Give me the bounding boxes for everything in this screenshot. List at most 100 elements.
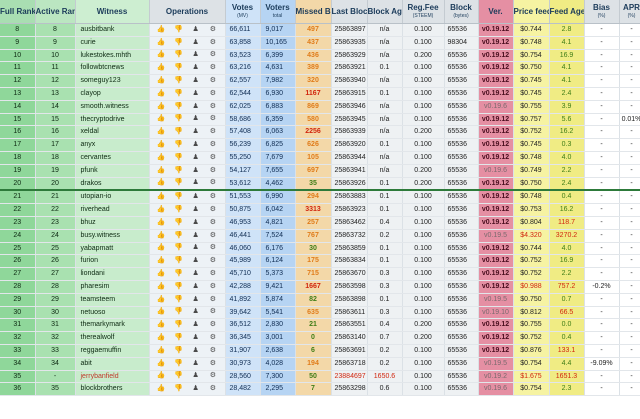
user-proxy-icon[interactable]: ♟ — [191, 206, 201, 214]
header-price-feed[interactable]: Price feed — [513, 0, 550, 24]
gear-icon[interactable]: ⚙ — [208, 244, 218, 252]
thumbs-up-icon[interactable]: 👍 — [156, 179, 166, 187]
gear-icon[interactable]: ⚙ — [208, 179, 218, 187]
thumbs-down-icon[interactable]: 👎 — [173, 167, 183, 175]
gear-icon[interactable]: ⚙ — [208, 232, 218, 240]
thumbs-up-icon[interactable]: 👍 — [156, 385, 166, 393]
thumbs-down-icon[interactable]: 👎 — [173, 308, 183, 316]
witness-name-link[interactable]: therealwolf — [75, 331, 150, 345]
thumbs-up-icon[interactable]: 👍 — [156, 347, 166, 355]
thumbs-up-icon[interactable]: 👍 — [156, 26, 166, 34]
user-proxy-icon[interactable]: ♟ — [191, 51, 201, 59]
thumbs-down-icon[interactable]: 👎 — [173, 193, 183, 201]
gear-icon[interactable]: ⚙ — [208, 219, 218, 227]
gear-icon[interactable]: ⚙ — [208, 257, 218, 265]
thumbs-down-icon[interactable]: 👎 — [173, 321, 183, 329]
witness-name-link[interactable]: furion — [75, 254, 150, 269]
user-proxy-icon[interactable]: ♟ — [191, 167, 201, 175]
thumbs-down-icon[interactable]: 👎 — [173, 26, 183, 34]
gear-icon[interactable]: ⚙ — [208, 334, 218, 342]
witness-name-link[interactable]: abit — [75, 357, 150, 371]
user-proxy-icon[interactable]: ♟ — [191, 257, 201, 265]
thumbs-down-icon[interactable]: 👎 — [173, 115, 183, 123]
gear-icon[interactable]: ⚙ — [208, 128, 218, 136]
thumbs-up-icon[interactable]: 👍 — [156, 232, 166, 240]
thumbs-down-icon[interactable]: 👎 — [173, 154, 183, 162]
thumbs-down-icon[interactable]: 👎 — [173, 64, 183, 72]
user-proxy-icon[interactable]: ♟ — [191, 64, 201, 72]
thumbs-down-icon[interactable]: 👎 — [173, 90, 183, 98]
thumbs-down-icon[interactable]: 👎 — [173, 385, 183, 393]
thumbs-up-icon[interactable]: 👍 — [156, 219, 166, 227]
user-proxy-icon[interactable]: ♟ — [191, 193, 201, 201]
user-proxy-icon[interactable]: ♟ — [191, 103, 201, 111]
header-witness[interactable]: Witness — [75, 0, 150, 24]
user-proxy-icon[interactable]: ♟ — [191, 219, 201, 227]
user-proxy-icon[interactable]: ♟ — [191, 232, 201, 240]
thumbs-down-icon[interactable]: 👎 — [173, 270, 183, 278]
witness-name-link[interactable]: thecryptodrive — [75, 113, 150, 127]
witness-name-link[interactable]: riverhead — [75, 203, 150, 217]
witness-name-link[interactable]: jerrybanfield — [75, 370, 150, 384]
thumbs-down-icon[interactable]: 👎 — [173, 232, 183, 240]
user-proxy-icon[interactable]: ♟ — [191, 270, 201, 278]
thumbs-down-icon[interactable]: 👎 — [173, 77, 183, 85]
header-block[interactable]: Block (bytes) — [444, 0, 479, 24]
gear-icon[interactable]: ⚙ — [208, 372, 218, 380]
user-proxy-icon[interactable]: ♟ — [191, 128, 201, 136]
thumbs-down-icon[interactable]: 👎 — [173, 360, 183, 368]
header-version[interactable]: Ver. — [478, 0, 514, 24]
thumbs-down-icon[interactable]: 👎 — [173, 296, 183, 304]
thumbs-up-icon[interactable]: 👍 — [156, 154, 166, 162]
thumbs-down-icon[interactable]: 👎 — [173, 39, 183, 47]
gear-icon[interactable]: ⚙ — [208, 270, 218, 278]
witness-name-link[interactable]: followbtcnews — [75, 61, 150, 76]
thumbs-up-icon[interactable]: 👍 — [156, 51, 166, 59]
thumbs-up-icon[interactable]: 👍 — [156, 90, 166, 98]
thumbs-down-icon[interactable]: 👎 — [173, 51, 183, 59]
gear-icon[interactable]: ⚙ — [208, 206, 218, 214]
gear-icon[interactable]: ⚙ — [208, 115, 218, 123]
thumbs-down-icon[interactable]: 👎 — [173, 283, 183, 291]
thumbs-up-icon[interactable]: 👍 — [156, 308, 166, 316]
user-proxy-icon[interactable]: ♟ — [191, 334, 201, 342]
gear-icon[interactable]: ⚙ — [208, 77, 218, 85]
thumbs-up-icon[interactable]: 👍 — [156, 77, 166, 85]
header-apr[interactable]: APR (%) — [619, 0, 640, 24]
gear-icon[interactable]: ⚙ — [208, 347, 218, 355]
gear-icon[interactable]: ⚙ — [208, 360, 218, 368]
user-proxy-icon[interactable]: ♟ — [191, 347, 201, 355]
thumbs-up-icon[interactable]: 👍 — [156, 128, 166, 136]
thumbs-up-icon[interactable]: 👍 — [156, 141, 166, 149]
witness-name-link[interactable]: clayop — [75, 87, 150, 101]
user-proxy-icon[interactable]: ♟ — [191, 141, 201, 149]
user-proxy-icon[interactable]: ♟ — [191, 321, 201, 329]
thumbs-up-icon[interactable]: 👍 — [156, 64, 166, 72]
gear-icon[interactable]: ⚙ — [208, 193, 218, 201]
thumbs-up-icon[interactable]: 👍 — [156, 257, 166, 265]
user-proxy-icon[interactable]: ♟ — [191, 360, 201, 368]
witness-name-link[interactable]: utopian-io — [75, 189, 150, 205]
user-proxy-icon[interactable]: ♟ — [191, 244, 201, 252]
gear-icon[interactable]: ⚙ — [208, 385, 218, 393]
user-proxy-icon[interactable]: ♟ — [191, 39, 201, 47]
witness-name-link[interactable]: cervantes — [75, 151, 150, 165]
header-last-block[interactable]: Last Block — [331, 0, 368, 24]
header-feed-age[interactable]: Feed Age (h) — [549, 0, 585, 24]
gear-icon[interactable]: ⚙ — [208, 167, 218, 175]
witness-name-link[interactable]: liondani — [75, 267, 150, 281]
user-proxy-icon[interactable]: ♟ — [191, 26, 201, 34]
gear-icon[interactable]: ⚙ — [208, 90, 218, 98]
thumbs-down-icon[interactable]: 👎 — [173, 334, 183, 342]
witness-name-link[interactable]: bhuz — [75, 216, 150, 230]
thumbs-up-icon[interactable]: 👍 — [156, 167, 166, 175]
witness-name-link[interactable]: pfunk — [75, 164, 150, 178]
thumbs-down-icon[interactable]: 👎 — [173, 257, 183, 265]
gear-icon[interactable]: ⚙ — [208, 308, 218, 316]
user-proxy-icon[interactable]: ♟ — [191, 308, 201, 316]
witness-name-link[interactable]: anyx — [75, 138, 150, 152]
witness-name-link[interactable]: pharesim — [75, 280, 150, 294]
user-proxy-icon[interactable]: ♟ — [191, 179, 201, 187]
thumbs-up-icon[interactable]: 👍 — [156, 206, 166, 214]
witness-name-link[interactable]: teamsteem — [75, 293, 150, 307]
